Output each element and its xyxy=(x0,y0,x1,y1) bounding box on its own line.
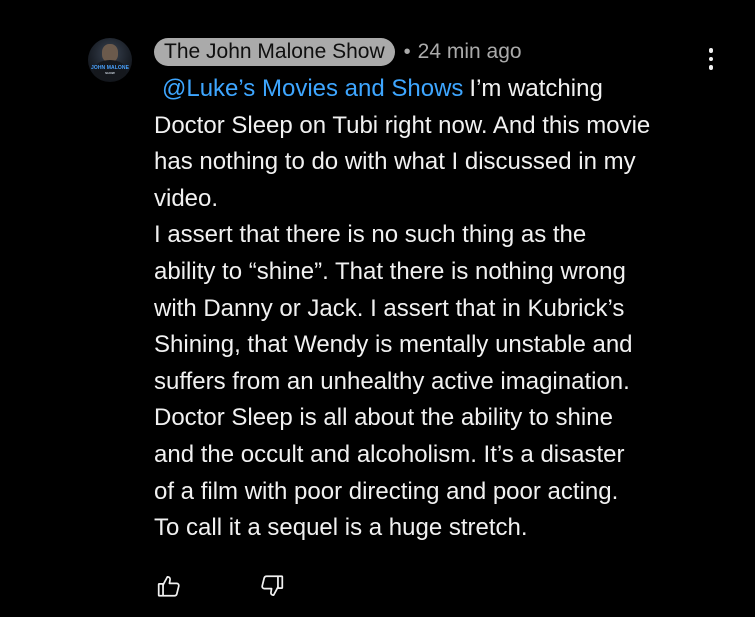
thumbs-up-icon xyxy=(157,576,180,597)
more-vertical-icon[interactable] xyxy=(700,44,722,74)
avatar-logo: JOHN MALONE SHOW xyxy=(88,66,132,76)
header-separator: • xyxy=(403,40,411,63)
comment-line: of a film with poor directing and poor a… xyxy=(154,477,619,505)
comment-line: I assert that there is no such thing as … xyxy=(154,221,587,249)
comment-line: with Danny or Jack. I assert that in Kub… xyxy=(154,294,625,322)
comment-timestamp[interactable]: 24 min ago xyxy=(418,40,522,64)
comment-line: To call it a sequel is a huge stretch. xyxy=(154,514,528,542)
comment-header: The John Malone Show • 24 min ago xyxy=(154,37,522,67)
dislike-button[interactable] xyxy=(257,571,287,601)
avatar-logo-line2: SHOW xyxy=(105,71,115,75)
comment-actions xyxy=(154,570,287,602)
menu-dot xyxy=(708,65,714,70)
comment-line: video. xyxy=(154,184,219,212)
comment-line: has nothing to do with what I discussed … xyxy=(154,148,636,176)
menu-dot xyxy=(708,48,714,53)
comment-line: @Luke’s Movies and Shows I’m watching xyxy=(154,71,724,108)
menu-dot xyxy=(708,56,714,62)
like-button[interactable] xyxy=(154,571,184,601)
comment-line: ability to “shine”. That there is nothin… xyxy=(154,257,626,285)
comment-line: and the occult and alcoholism. It’s a di… xyxy=(154,440,625,468)
comment-text: @Luke’s Movies and Shows I’m watching Doc… xyxy=(154,71,724,547)
mention-link[interactable]: @Luke’s Movies and Shows xyxy=(162,75,463,102)
comment-line: suffers from an unhealthy active imagina… xyxy=(154,367,630,395)
comment-line: Doctor Sleep on Tubi right now. And this… xyxy=(154,111,651,139)
thumbs-down-icon xyxy=(261,575,284,596)
comment-line: Doctor Sleep is all about the ability to… xyxy=(154,404,613,432)
comment-line-text: I’m watching xyxy=(469,75,603,102)
author-avatar[interactable]: JOHN MALONE SHOW xyxy=(88,38,132,82)
comment-thread-item: JOHN MALONE SHOW The John Malone Show • … xyxy=(0,0,755,617)
comment-line: Shining, that Wendy is mentally unstable… xyxy=(154,331,633,359)
author-name-chip[interactable]: The John Malone Show xyxy=(154,38,395,66)
